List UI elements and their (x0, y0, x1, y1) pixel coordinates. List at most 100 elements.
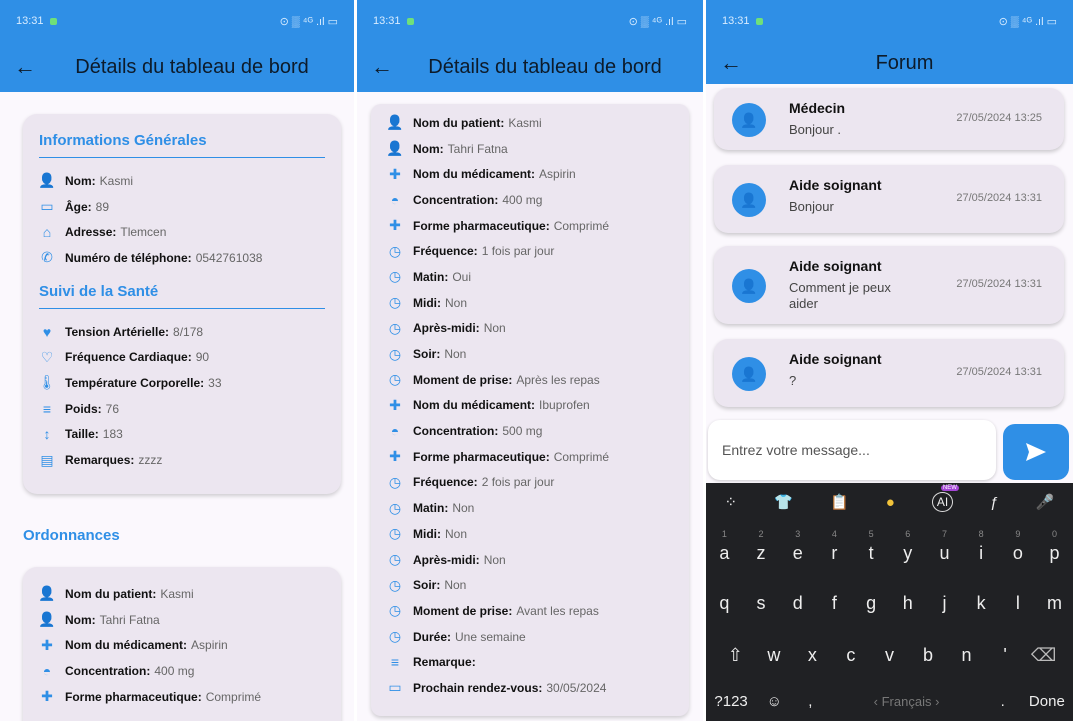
key-e[interactable]: 3e (783, 529, 813, 564)
key-number-hint: 0 (1052, 529, 1058, 539)
prescription-row: ◷ Midi: Non (387, 290, 675, 316)
clock-icon: ◷ (388, 551, 402, 568)
backspace-icon[interactable]: ⌫ (1029, 645, 1059, 666)
key-d[interactable]: d (783, 593, 813, 614)
key-s[interactable]: s (746, 593, 776, 614)
status-icons: ⊙ ▒ ⁴ᴳ .ıl ▭ (279, 15, 338, 28)
notes-icon: ≡ (390, 654, 400, 671)
field-value: Non (444, 578, 467, 593)
key-b[interactable]: b (913, 645, 943, 666)
field-label: Taille: (65, 427, 99, 442)
key-w[interactable]: w (759, 645, 789, 666)
field-value: 400 mg (154, 663, 195, 678)
symbols-key[interactable]: ?123 (709, 693, 753, 710)
clock-icon: ◷ (388, 576, 402, 593)
clock-icon: ◷ (388, 499, 402, 516)
shift-key[interactable]: ⇧ (720, 645, 750, 666)
field-label: Nom: (413, 141, 444, 156)
prescription-row: ✚ Forme pharmaceutique: Comprimé (387, 213, 675, 239)
prescription-row: ◷ Durée: Une semaine (387, 624, 675, 650)
key-l[interactable]: l (1003, 593, 1033, 614)
back-arrow-icon[interactable]: ← (371, 54, 411, 80)
key-h[interactable]: h (893, 593, 923, 614)
key-number-hint: 1 (721, 529, 727, 539)
message-card[interactable]: 👤 Aide soignant Comment je peux aider 27/05… (714, 246, 1064, 324)
field-label: Forme pharmaceutique: (65, 689, 202, 704)
apps-icon[interactable]: ⁘ (725, 493, 738, 511)
key-r[interactable]: 4r (819, 529, 849, 564)
period-key[interactable]: . (988, 693, 1018, 710)
key-q[interactable]: q (709, 593, 739, 614)
key-x[interactable]: x (797, 645, 827, 666)
medical-bag-icon: ✚ (389, 165, 401, 182)
key-i[interactable]: 8i (966, 529, 996, 564)
divider (39, 307, 325, 309)
field-label: Remarque: (413, 655, 476, 670)
key-apostrophe[interactable]: ' (990, 645, 1020, 666)
message-time: 27/05/2024 13:31 (956, 278, 1042, 290)
key-m[interactable]: m (1040, 593, 1070, 614)
send-icon (1026, 443, 1046, 461)
field-value: 1 fois par jour (481, 244, 555, 259)
field-value: Aspirin (539, 167, 576, 182)
key-g[interactable]: g (856, 593, 886, 614)
key-number-hint: 2 (758, 529, 764, 539)
field-value: 400 mg (502, 192, 543, 207)
prescription-row: ✚ Forme pharmaceutique: Comprimé (39, 684, 325, 710)
emoji-sticker-icon[interactable]: ● (886, 494, 895, 511)
message-input[interactable]: Entrez votre message... (708, 420, 996, 480)
key-y[interactable]: 6y (893, 529, 923, 564)
key-t[interactable]: 5t (856, 529, 886, 564)
key-c[interactable]: c (836, 645, 866, 666)
field-value: Aspirin (191, 638, 228, 653)
field-value: Non (445, 526, 468, 541)
key-u[interactable]: 7u (929, 529, 959, 564)
key-v[interactable]: v (874, 645, 904, 666)
field-label: Soir: (413, 347, 441, 362)
send-button[interactable] (1003, 424, 1069, 480)
emoji-key[interactable]: ☺ (759, 693, 789, 710)
clock-icon: ◷ (388, 602, 402, 619)
message-author: Aide soignant (789, 258, 882, 274)
done-key[interactable]: Done (1024, 693, 1070, 710)
back-arrow-icon[interactable]: ← (720, 50, 760, 76)
prescription-row: ◷ Fréquence: 2 fois par jour (387, 470, 675, 496)
drop-icon: ◓ (42, 662, 52, 679)
key-p[interactable]: 0p (1040, 529, 1070, 564)
clipboard-icon[interactable]: 📋 (830, 493, 849, 511)
space-key[interactable]: ‹ Français › (832, 694, 982, 709)
medical-bag-icon: ✚ (41, 636, 53, 653)
field-value: Kasmi (99, 173, 134, 188)
key-a[interactable]: 1a (709, 529, 739, 564)
back-arrow-icon[interactable]: ← (14, 54, 54, 80)
key-z[interactable]: 2z (746, 529, 776, 564)
prescription-row: 👤 Nom du patient: Kasmi (38, 581, 325, 607)
shirt-icon[interactable]: 👕 (774, 493, 793, 511)
key-label: r (831, 543, 838, 563)
microphone-icon[interactable]: 🎤 (1036, 493, 1055, 511)
comma-key[interactable]: , (795, 693, 825, 710)
key-o[interactable]: 9o (1003, 529, 1033, 564)
message-card[interactable]: 👤 Aide soignant Bonjour 27/05/2024 13:31 (714, 165, 1064, 233)
section-title-prescriptions: Ordonnances (23, 527, 120, 544)
health-list: ♥ Tension Artérielle: 8/178 ♡ Fréquence Card… (38, 319, 325, 473)
message-input-placeholder: Entrez votre message... (722, 442, 870, 458)
key-f[interactable]: f (819, 593, 849, 614)
health-row: ♡ Fréquence Cardiaque: 90 (39, 344, 325, 370)
key-n[interactable]: n (952, 645, 982, 666)
key-j[interactable]: j (929, 593, 959, 614)
field-value: 8/178 (173, 324, 204, 339)
ai-new-badge: NEW (940, 485, 959, 491)
ai-button[interactable]: AI NEW (931, 485, 959, 512)
message-card[interactable]: 👤 Aide soignant? 27/05/2024 13:31 (714, 339, 1064, 407)
message-card[interactable]: 👤 Médecin Bonjour . 27/05/2024 13:25 (714, 88, 1064, 150)
prescription-detail-card[interactable]: 👤 Nom du patient: Kasmi 👤 Nom: Tahri Fatna ✚ No… (371, 104, 689, 716)
keyboard-row-3: ⇧ w x c v b n ' ⌫ (706, 645, 1073, 666)
handwriting-icon[interactable]: ƒ (990, 494, 998, 511)
status-bar: 13:31 ⊙ ▒ ⁴ᴳ .ıl ▭ (706, 0, 1073, 42)
field-value: Tahri Fatna (99, 612, 160, 627)
clock-icon: ◷ (388, 242, 402, 259)
calendar-icon: ▭ (40, 198, 54, 215)
key-k[interactable]: k (966, 593, 996, 614)
status-bar: 13:31 ⊙ ▒ ⁴ᴳ .ıl ▭ (0, 0, 354, 42)
